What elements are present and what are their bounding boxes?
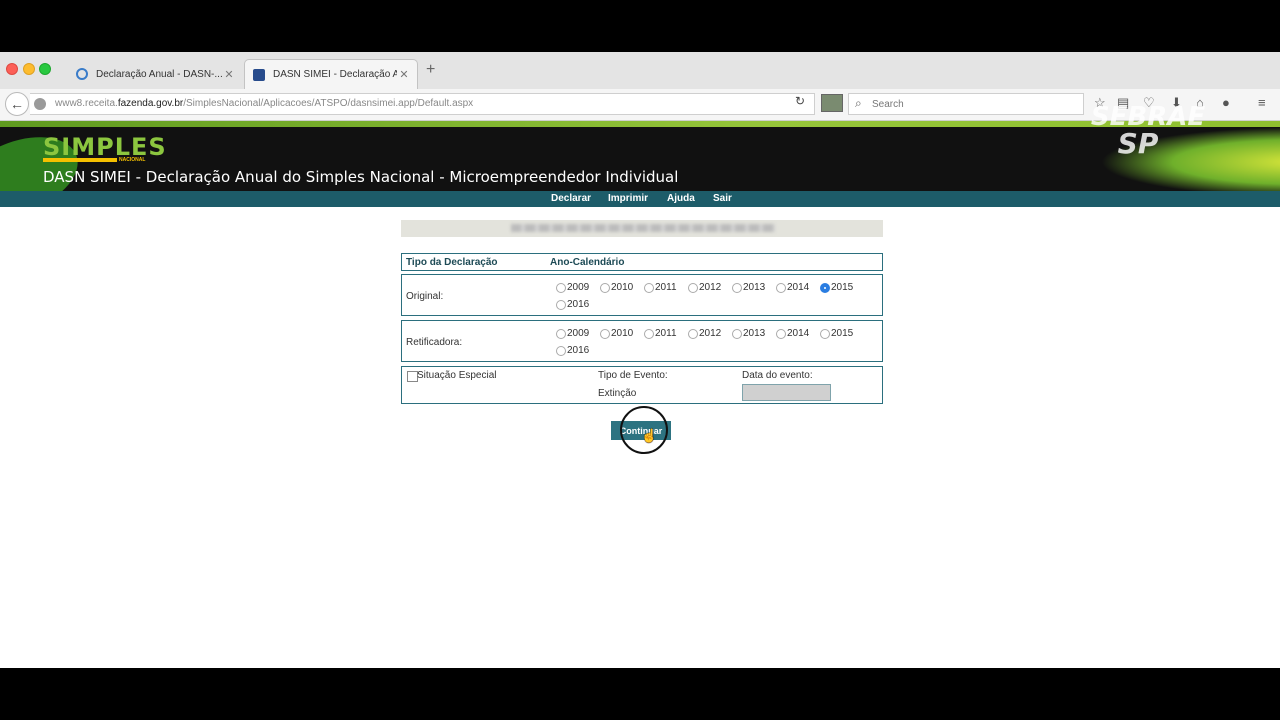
minimize-window-button[interactable] [23, 63, 35, 75]
original-radio-2012[interactable]: 2012 [688, 282, 721, 293]
original-radio-2010[interactable]: 2010 [600, 282, 633, 293]
tipo-evento-value: Extinção [598, 388, 637, 399]
radio-button-icon[interactable] [600, 328, 610, 339]
radio-button-icon[interactable] [556, 328, 566, 339]
logo-bar [43, 158, 117, 162]
radio-label: 2016 [567, 345, 590, 356]
retificadora-radio-2015[interactable]: 2015 [820, 328, 853, 339]
radio-button-icon[interactable] [600, 282, 610, 293]
simples-logo: SIMPLES [43, 133, 167, 161]
tab-dasn-simei[interactable]: DASN SIMEI - Declaração A... ✕ [244, 59, 418, 89]
radio-button-icon[interactable] [732, 328, 742, 339]
hand-cursor-icon: ☝ [641, 428, 658, 443]
radio-button-icon[interactable] [644, 282, 654, 293]
close-tab-icon[interactable]: ✕ [397, 68, 411, 81]
back-button[interactable]: ← [5, 92, 29, 116]
radio-label: 2012 [699, 328, 722, 339]
radio-button-icon[interactable] [688, 282, 698, 293]
radio-label: 2011 [655, 282, 677, 293]
search-input[interactable]: ⌕ Search [848, 93, 1084, 115]
radio-label: 2009 [567, 282, 590, 293]
menu-sair[interactable]: Sair [713, 193, 732, 204]
loading-icon [76, 68, 88, 80]
close-window-button[interactable] [6, 63, 18, 75]
radio-button-icon[interactable] [688, 328, 698, 339]
original-radio-2009[interactable]: 2009 [556, 282, 589, 293]
new-tab-button[interactable]: + [426, 62, 435, 78]
original-label: Original: [406, 291, 444, 302]
original-radio-2011[interactable]: 2011 [644, 282, 677, 293]
radio-label: 2016 [567, 299, 590, 310]
radio-button-icon[interactable] [556, 299, 566, 310]
radio-button-icon[interactable] [776, 282, 786, 293]
original-radio-2015[interactable]: 2015 [820, 282, 853, 293]
form-header: Tipo da Declaração Ano-Calendário [401, 253, 883, 271]
chat-icon[interactable]: ● [1222, 95, 1230, 110]
situacao-especial-row: Situação Especial Tipo de Evento: Extinç… [401, 366, 883, 404]
site-title: DASN SIMEI - Declaração Anual do Simples… [43, 168, 679, 186]
original-radio-2014[interactable]: 2014 [776, 282, 809, 293]
search-placeholder: Search [872, 99, 904, 110]
user-info-banner [401, 220, 883, 237]
radio-label: 2014 [787, 282, 810, 293]
radio-label: 2013 [743, 282, 766, 293]
receita-favicon-icon [253, 68, 265, 81]
tab-label: DASN SIMEI - Declaração A... [273, 69, 397, 80]
logo-subtitle: NACIONAL [119, 157, 146, 163]
tab-bar: Declaração Anual - DASN-... ✕ DASN SIMEI… [0, 52, 1280, 90]
top-menu: Declarar Imprimir Ajuda Sair [0, 191, 1280, 207]
menu-icon[interactable]: ≡ [1258, 95, 1266, 110]
radio-label: 2013 [743, 328, 766, 339]
retificadora-radio-2011[interactable]: 2011 [644, 328, 677, 339]
col-ano-calendario: Ano-Calendário [550, 257, 625, 268]
image-button-icon[interactable] [821, 94, 843, 112]
radio-label: 2015 [831, 328, 854, 339]
retificadora-radio-2012[interactable]: 2012 [688, 328, 721, 339]
radio-button-icon[interactable] [820, 328, 830, 339]
tab-label: Declaração Anual - DASN-... [96, 68, 222, 80]
radio-label: 2011 [655, 328, 677, 339]
retificadora-radio-2010[interactable]: 2010 [600, 328, 633, 339]
search-icon: ⌕ [855, 96, 862, 110]
reload-icon[interactable]: ↻ [795, 94, 805, 108]
retificadora-label: Retificadora: [406, 337, 463, 348]
radio-label: 2010 [611, 282, 634, 293]
radio-label: 2010 [611, 328, 634, 339]
retificadora-radio-2009[interactable]: 2009 [556, 328, 589, 339]
sebrae-watermark: SEBRAE SP [1090, 102, 1206, 160]
back-arrow-icon: ← [10, 96, 24, 112]
menu-imprimir[interactable]: Imprimir [608, 193, 648, 204]
retificadora-radio-2016[interactable]: 2016 [556, 345, 589, 356]
radio-label: 2012 [699, 282, 722, 293]
zoom-window-button[interactable] [39, 63, 51, 75]
original-radio-2016[interactable]: 2016 [556, 299, 589, 310]
radio-label: 2014 [787, 328, 810, 339]
close-tab-icon[interactable]: ✕ [222, 68, 236, 81]
site-info-icon[interactable] [34, 98, 46, 110]
radio-label: 2015 [831, 282, 854, 293]
original-row: Original: 2009 2010 2011 2012 2013 2014 2015 20… [401, 274, 883, 316]
situacao-especial-label: Situação Especial [417, 370, 497, 381]
radio-button-icon[interactable] [644, 328, 654, 339]
radio-label: 2009 [567, 328, 590, 339]
retificadora-row: Retificadora: 2009 2010 2011 2012 2013 2014 20… [401, 320, 883, 362]
tab-declaracao-anual[interactable]: Declaração Anual - DASN-... ✕ [68, 59, 242, 89]
radio-button-icon[interactable] [820, 282, 830, 293]
col-tipo-declaracao: Tipo da Declaração [406, 257, 498, 268]
data-evento-label: Data do evento: [742, 370, 813, 381]
radio-button-icon[interactable] [776, 328, 786, 339]
radio-button-icon[interactable] [556, 345, 566, 356]
retificadora-radio-2013[interactable]: 2013 [732, 328, 765, 339]
radio-button-icon[interactable] [732, 282, 742, 293]
tipo-evento-label: Tipo de Evento: [598, 370, 668, 381]
url-bar[interactable]: www8.receita.fazenda.gov.br/SimplesNacio… [30, 93, 815, 115]
radio-button-icon[interactable] [556, 282, 566, 293]
data-evento-input[interactable] [742, 384, 831, 401]
menu-ajuda[interactable]: Ajuda [667, 193, 695, 204]
original-radio-2013[interactable]: 2013 [732, 282, 765, 293]
retificadora-radio-2014[interactable]: 2014 [776, 328, 809, 339]
blurred-user-info [511, 224, 775, 232]
menu-declarar[interactable]: Declarar [551, 193, 591, 204]
url-text: www8.receita.fazenda.gov.br/SimplesNacio… [55, 98, 474, 109]
